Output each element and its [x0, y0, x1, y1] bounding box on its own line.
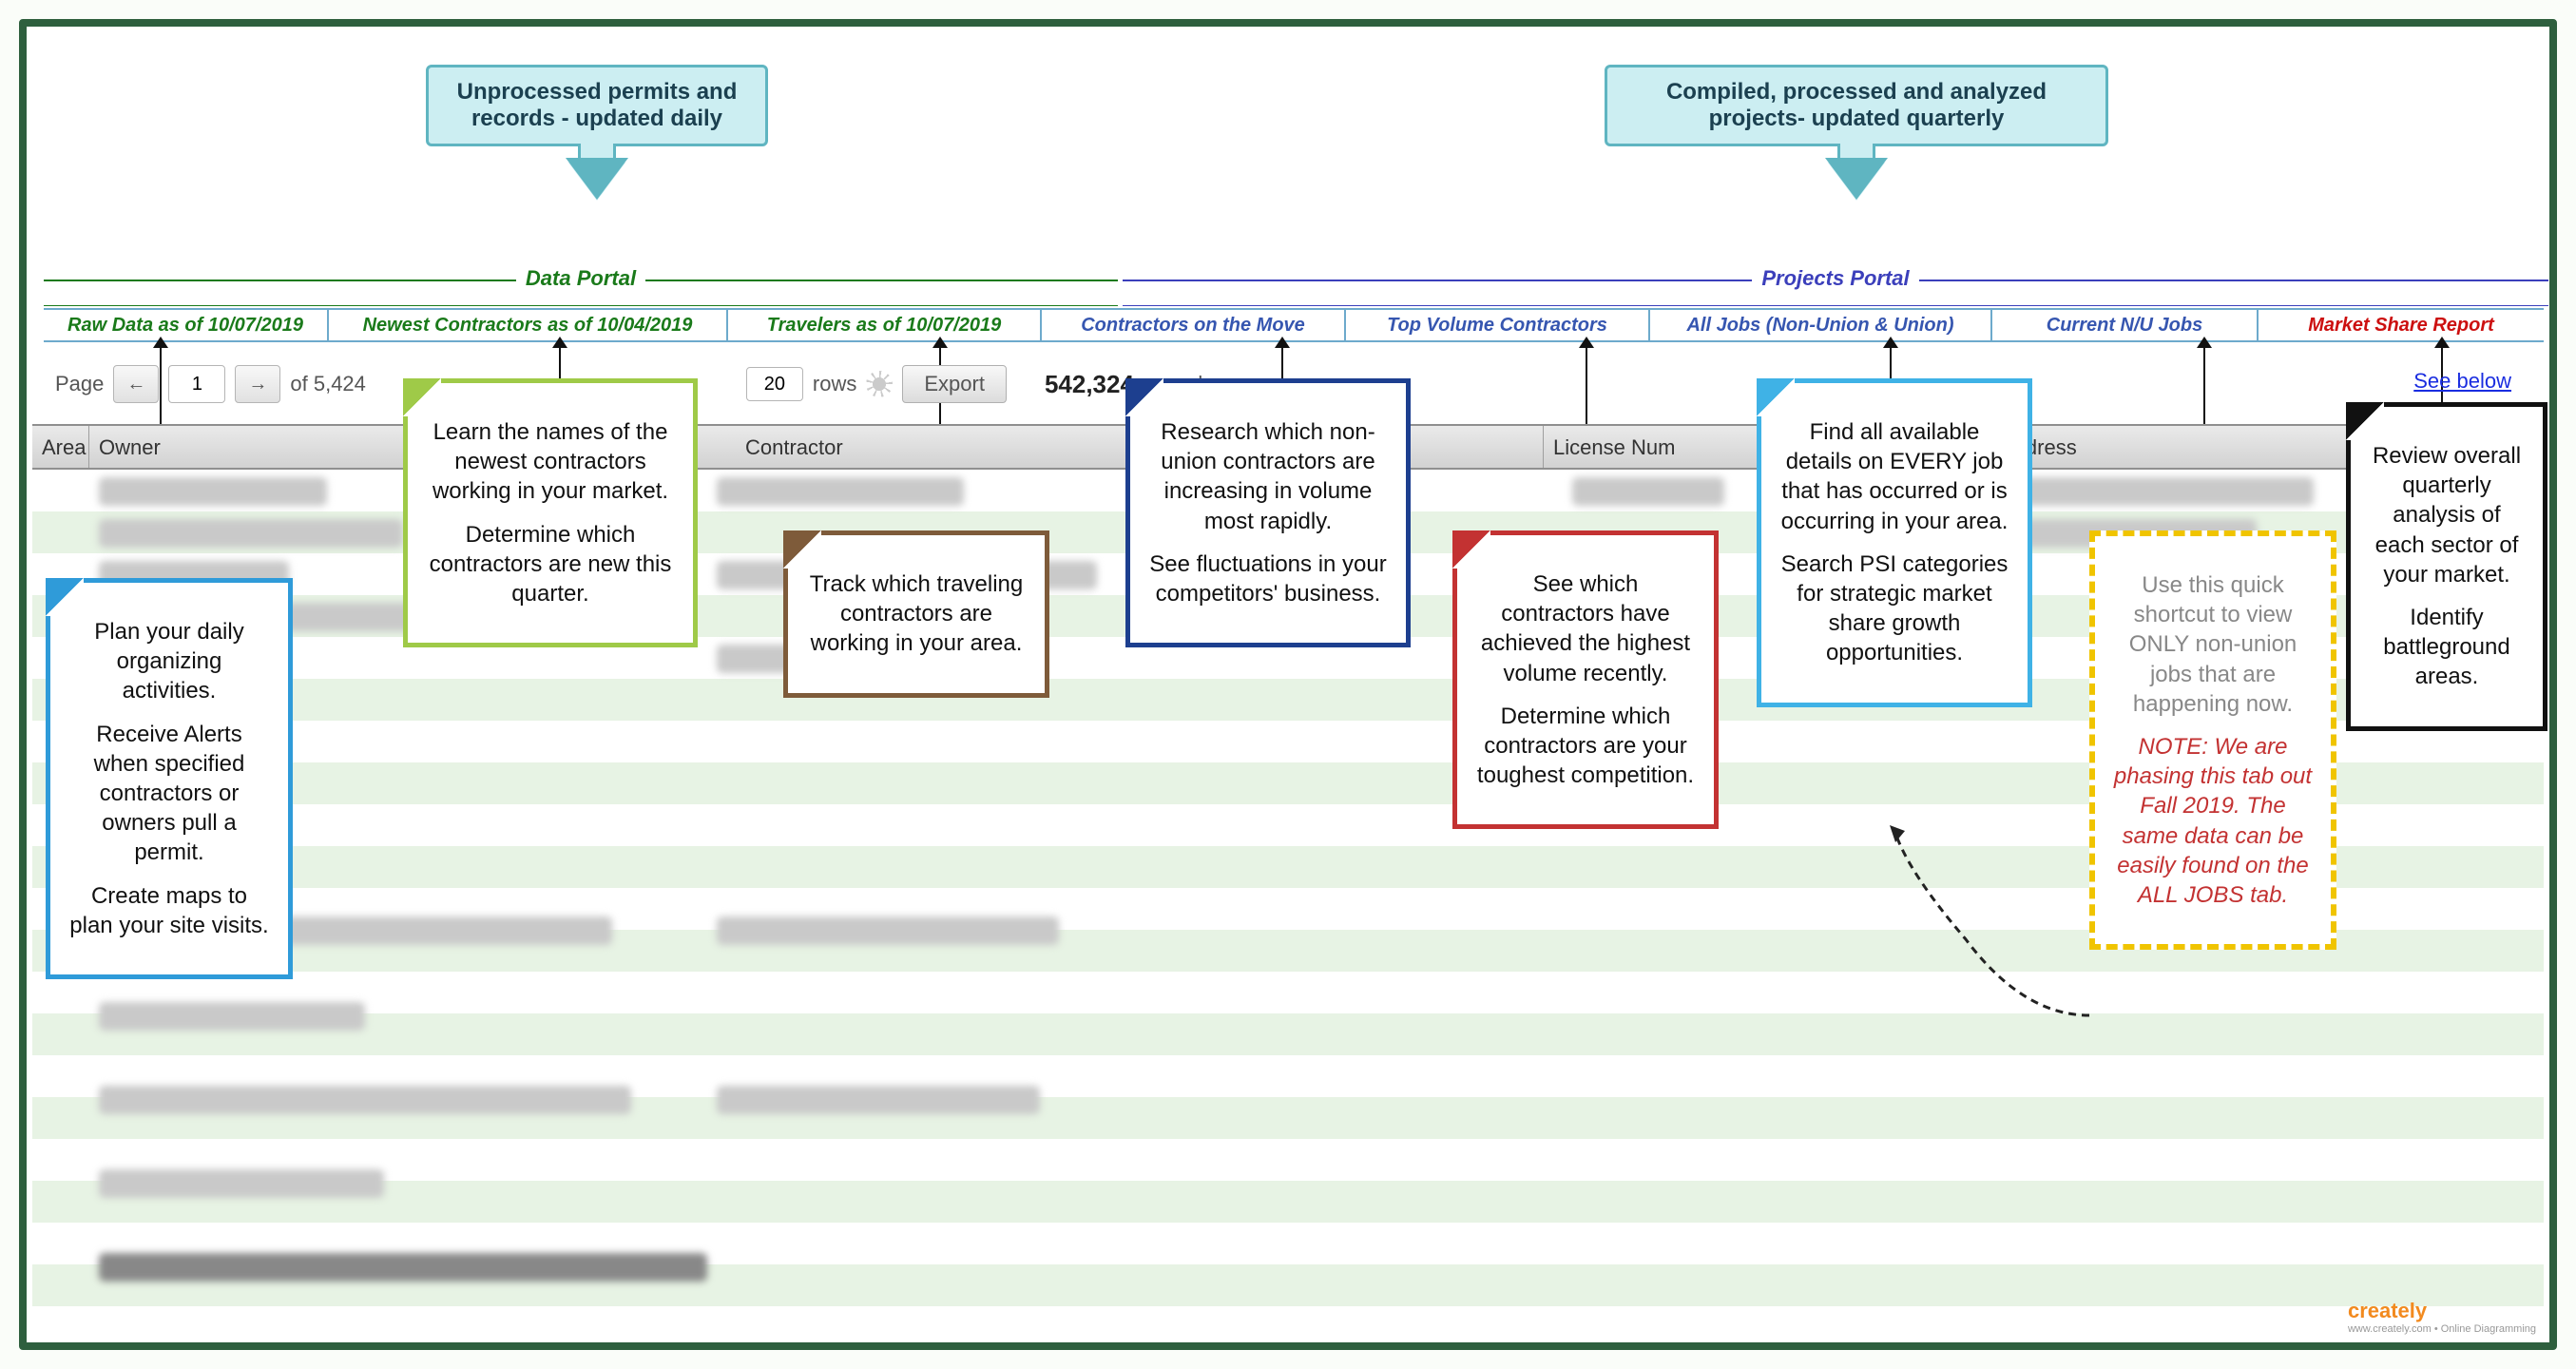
note-current-nu: Use this quick shortcut to view ONLY non…	[2089, 530, 2336, 950]
dashed-arrow-icon	[1890, 825, 2099, 1053]
tab-travelers[interactable]: Travelers as of 10/07/2019	[728, 310, 1042, 340]
creately-brand: creately	[2348, 1299, 2427, 1322]
tab-all-jobs[interactable]: All Jobs (Non-Union & Union)	[1650, 310, 1992, 340]
tab-top-volume[interactable]: Top Volume Contractors	[1346, 310, 1650, 340]
blurred-cell	[717, 916, 1059, 945]
blurred-cell	[99, 1169, 384, 1198]
blurred-cell	[2009, 477, 2314, 506]
blurred-cell	[99, 1086, 631, 1114]
portal-bar-data: Data Portal	[44, 280, 1118, 306]
callout-data-text: Unprocessed permits and records - update…	[457, 79, 738, 131]
tab-newest-contractors[interactable]: Newest Contractors as of 10/04/2019	[329, 310, 728, 340]
note-contractors-move: Research which non-union contractors are…	[1125, 378, 1411, 647]
rows-input[interactable]	[746, 367, 803, 401]
note-text: Determine which contractors are your tou…	[1474, 702, 1697, 791]
callout-data-portal: Unprocessed permits and records - update…	[426, 65, 768, 146]
blurred-cell	[99, 1002, 365, 1031]
note-text: Learn the names of the newest contractor…	[425, 417, 676, 507]
col-contractor[interactable]: Contractor	[698, 426, 1544, 468]
record-count: 542,324	[1045, 370, 1134, 399]
portal-projects-label: Projects Portal	[1752, 266, 1918, 290]
fold-icon	[1757, 378, 1795, 416]
creately-tagline: www.creately.com • Online Diagramming	[2348, 1323, 2536, 1335]
note-market-share: Review overall quarterly analysis of eac…	[2346, 402, 2547, 731]
fold-icon	[46, 578, 84, 616]
callout-projects-text: Compiled, processed and analyzed project…	[1666, 79, 2047, 131]
page-input[interactable]	[168, 365, 225, 403]
note-text: Use this quick shortcut to view ONLY non…	[2112, 570, 2314, 719]
see-below-link[interactable]: See below	[2413, 369, 2511, 394]
tab-current-nu[interactable]: Current N/U Jobs	[1992, 310, 2259, 340]
note-text: See fluctuations in your competitors' bu…	[1147, 550, 1389, 608]
note-all-jobs: Find all available details on EVERY job …	[1757, 378, 2032, 707]
col-area[interactable]: Area	[32, 426, 89, 468]
note-travelers: Track which traveling contractors are wo…	[783, 530, 1049, 698]
tabs-row: Raw Data as of 10/07/2019 Newest Contrac…	[44, 308, 2544, 342]
blurred-cell	[99, 1253, 707, 1282]
note-text: Track which traveling contractors are wo…	[805, 569, 1028, 659]
note-text: Review overall quarterly analysis of eac…	[2368, 441, 2526, 589]
fold-icon	[1452, 530, 1490, 569]
note-warning-text: NOTE: We are phasing this tab out Fall 2…	[2112, 732, 2314, 910]
note-text: See which contractors have achieved the …	[1474, 569, 1697, 688]
page-next-button[interactable]: →	[235, 365, 280, 403]
note-text: Research which non-union contractors are…	[1147, 417, 1389, 536]
callout-projects-portal: Compiled, processed and analyzed project…	[1605, 65, 2108, 146]
arrow-down-icon	[568, 163, 625, 201]
note-top-volume: See which contractors have achieved the …	[1452, 530, 1719, 829]
note-raw-data: Plan your daily organizing activities. R…	[46, 578, 293, 979]
portal-data-label: Data Portal	[516, 266, 645, 290]
blurred-cell	[99, 519, 403, 548]
arrow-down-icon	[1828, 163, 1885, 201]
note-text: Search PSI categories for strategic mark…	[1778, 550, 2010, 668]
creately-watermark: creately www.creately.com • Online Diagr…	[2348, 1299, 2536, 1335]
portal-bar-projects: Projects Portal	[1123, 280, 2548, 306]
gear-icon[interactable]	[866, 371, 893, 397]
fold-icon	[1125, 378, 1163, 416]
fold-icon	[783, 530, 821, 569]
blurred-cell	[717, 477, 964, 506]
rows-label: rows	[813, 372, 856, 396]
tab-market-share[interactable]: Market Share Report	[2259, 310, 2544, 340]
page-label: Page	[55, 372, 104, 396]
tab-raw-data[interactable]: Raw Data as of 10/07/2019	[44, 310, 329, 340]
blurred-cell	[99, 477, 327, 506]
blurred-cell	[1572, 477, 1724, 506]
fold-icon	[403, 378, 441, 416]
note-text: Receive Alerts when specified contractor…	[67, 720, 271, 868]
page-prev-button[interactable]: ←	[113, 365, 159, 403]
fold-icon	[2346, 402, 2384, 440]
blurred-cell	[717, 1086, 1040, 1114]
note-text: Determine which contractors are new this…	[425, 520, 676, 609]
tab-contractors-move[interactable]: Contractors on the Move	[1042, 310, 1346, 340]
note-newest-contractors: Learn the names of the newest contractor…	[403, 378, 698, 647]
diagram-frame: Unprocessed permits and records - update…	[19, 19, 2557, 1350]
note-text: Plan your daily organizing activities.	[67, 617, 271, 706]
note-text: Create maps to plan your site visits.	[67, 881, 271, 940]
note-text: Find all available details on EVERY job …	[1778, 417, 2010, 536]
export-button[interactable]: Export	[902, 365, 1007, 403]
page-total: of 5,424	[290, 372, 366, 396]
note-text: Identify battleground areas.	[2368, 603, 2526, 692]
